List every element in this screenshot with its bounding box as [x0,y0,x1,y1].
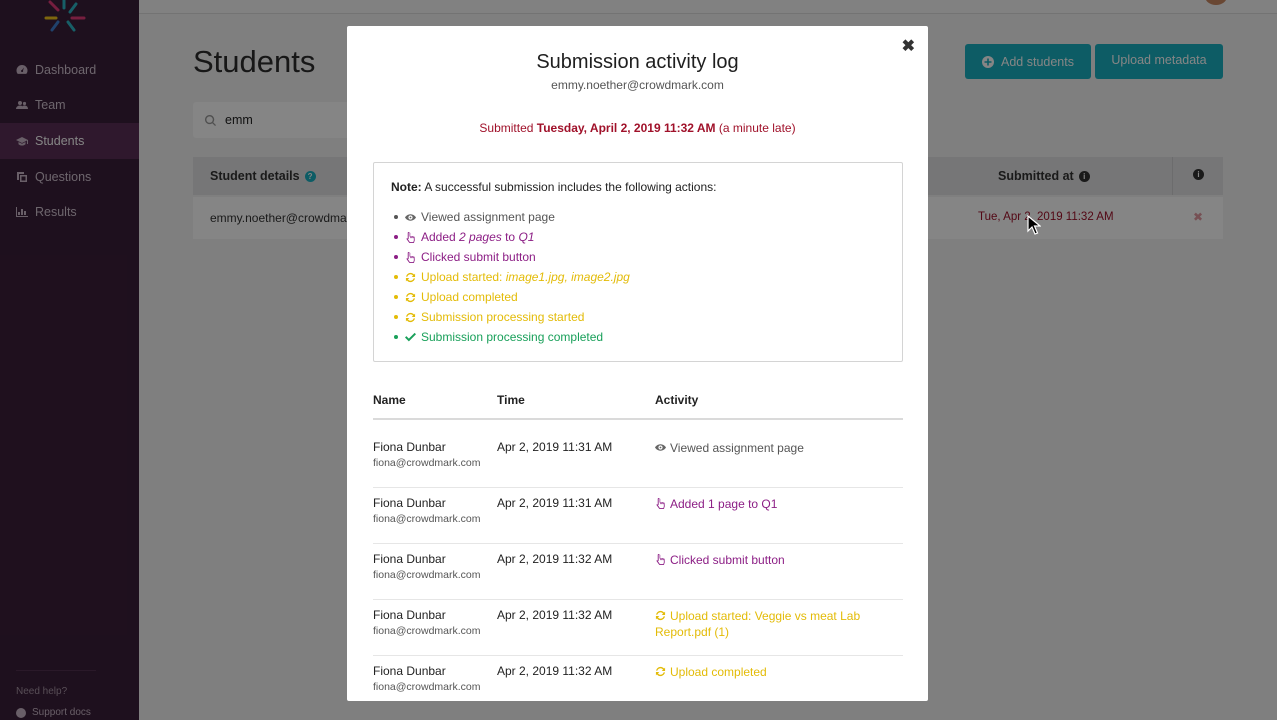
submission-status: Submitted Tuesday, April 2, 2019 11:32 A… [347,121,928,135]
table-row: Fiona Dunbar fiona@crowdmark.com Apr 2, … [373,488,903,544]
row-activity: Upload started: Veggie vs meat Lab Repor… [655,608,895,640]
submitted-prefix: Submitted [479,121,534,135]
row-activity-label: Viewed assignment page [670,441,804,455]
column-name: Name [373,393,406,407]
hand-pointer-icon [656,498,665,509]
row-activity-label: Upload completed [670,665,767,679]
step-label: Clicked submit button [421,250,536,264]
submission-activity-modal: ✖ Submission activity log emmy.noether@c… [347,26,928,701]
refresh-icon [655,610,666,621]
submitted-suffix: (a minute late) [718,121,796,135]
bullet [394,275,398,279]
log-table-header: Name Time Activity [373,389,903,420]
row-activity-label: Added 1 page to Q1 [670,497,778,511]
step-label: Viewed assignment page [421,210,555,224]
row-name: Fiona Dunbar [373,440,446,454]
hand-pointer-icon [406,231,415,243]
step-upload-completed: Upload completed [394,290,518,304]
modal-title: Submission activity log [536,51,739,73]
row-email: fiona@crowdmark.com [373,457,481,469]
hand-pointer-icon [406,251,415,263]
refresh-icon [405,312,416,322]
check-icon [405,332,416,341]
row-time: Apr 2, 2019 11:32 AM [497,552,613,566]
step-emphasis: Q1 [518,230,535,244]
row-activity: Added 1 page to Q1 [655,496,895,512]
step-label: Upload completed [421,290,518,304]
row-time: Apr 2, 2019 11:31 AM [497,440,613,454]
bullet [394,335,398,339]
column-time: Time [497,393,525,407]
step-clicked-submit: Clicked submit button [394,250,536,264]
step-processing-started: Submission processing started [394,310,584,324]
step-label: Upload started: [421,270,503,284]
step-emphasis: image1.jpg, image2.jpg [505,270,630,284]
row-activity: Clicked submit button [655,552,895,568]
mouse-cursor-icon [1027,215,1041,235]
note-label: Note: [391,180,422,194]
row-activity-label: Upload started: Veggie vs meat Lab Repor… [655,609,861,639]
step-viewed: Viewed assignment page [394,210,555,224]
step-mid: to [505,230,516,244]
submitted-date: Tuesday, April 2, 2019 11:32 AM [536,121,716,135]
note-title: Note: A successful submission includes t… [391,180,717,194]
row-name: Fiona Dunbar [373,664,446,678]
row-email: fiona@crowdmark.com [373,681,481,693]
step-added-pages: Added 2 pages to Q1 [394,230,534,244]
step-label: Added [421,230,456,244]
table-row: Fiona Dunbar fiona@crowdmark.com Apr 2, … [373,432,903,488]
row-name: Fiona Dunbar [373,608,446,622]
table-row: Fiona Dunbar fiona@crowdmark.com Apr 2, … [373,544,903,600]
row-activity: Upload completed [655,664,895,680]
hand-pointer-icon [656,554,665,565]
table-row: Fiona Dunbar fiona@crowdmark.com Apr 2, … [373,600,903,656]
row-email: fiona@crowdmark.com [373,513,481,525]
refresh-icon [405,272,416,282]
modal-student-email: emmy.noether@crowdmark.com [551,78,724,92]
step-label: Submission processing completed [421,330,604,344]
row-email: fiona@crowdmark.com [373,625,481,637]
bullet [394,315,398,319]
bullet [394,295,398,299]
note-text: A successful submission includes the fol… [424,180,717,194]
row-time: Apr 2, 2019 11:32 AM [497,664,613,678]
refresh-icon [655,666,666,677]
row-name: Fiona Dunbar [373,552,446,566]
bullet [394,255,398,259]
row-activity-label: Clicked submit button [670,553,785,567]
step-upload-started: Upload started: image1.jpg, image2.jpg [394,270,630,284]
table-row: Fiona Dunbar fiona@crowdmark.com Apr 2, … [373,656,903,701]
row-time: Apr 2, 2019 11:32 AM [497,608,613,622]
bullet [394,215,398,219]
row-email: fiona@crowdmark.com [373,569,481,581]
column-activity: Activity [655,393,699,407]
eye-icon [405,213,416,221]
note-box: Note: A successful submission includes t… [373,162,903,362]
refresh-icon [405,292,416,302]
row-activity: Viewed assignment page [655,440,895,456]
eye-icon [655,444,666,451]
step-processing-completed: Submission processing completed [394,330,603,344]
bullet [394,235,398,239]
row-name: Fiona Dunbar [373,496,446,510]
step-emphasis: 2 pages [459,230,502,244]
row-time: Apr 2, 2019 11:31 AM [497,496,613,510]
step-label: Submission processing started [421,310,585,324]
